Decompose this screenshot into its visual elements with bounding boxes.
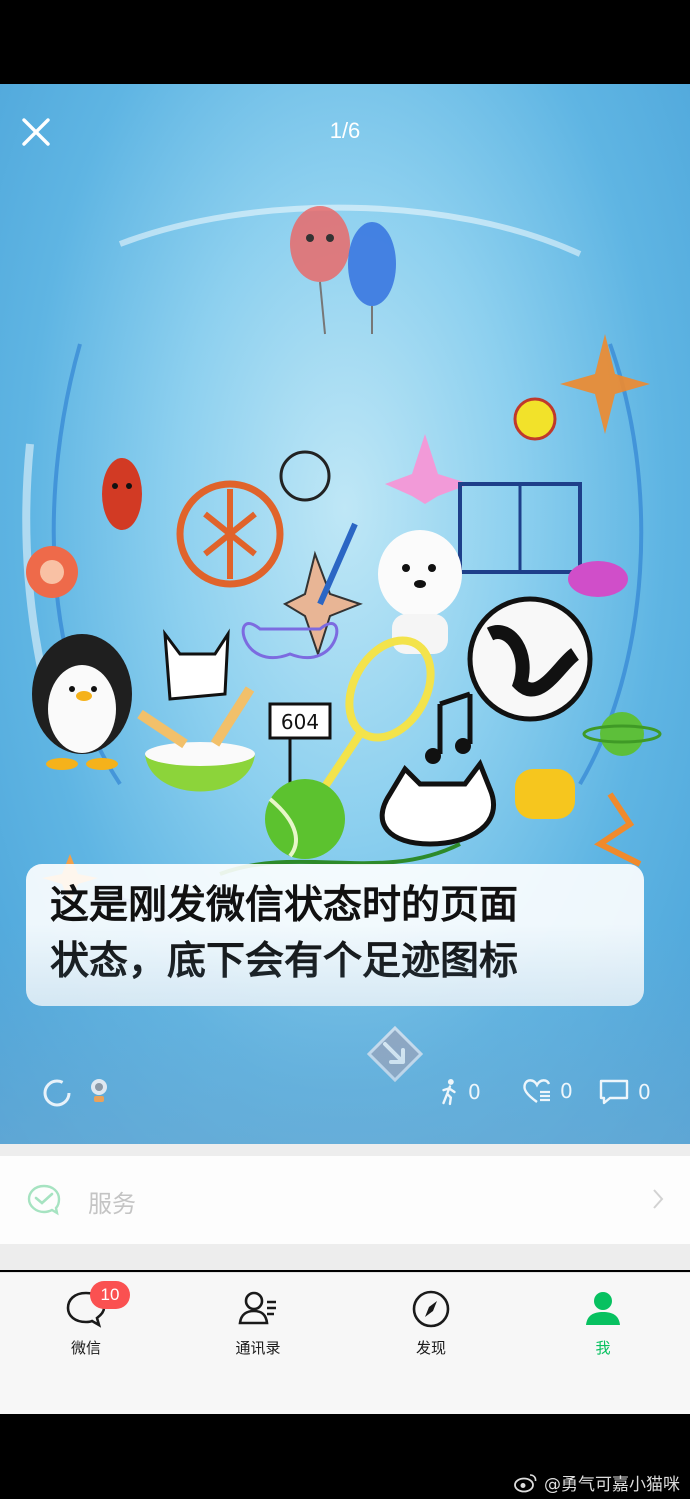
- chevron-right-icon: [653, 1189, 664, 1209]
- unread-badge: 10: [90, 1281, 130, 1309]
- tab-me-label: 我: [595, 1339, 611, 1357]
- heart-icon: [523, 1079, 551, 1103]
- caption-box: 这是刚发微信状态时的页面 状态，底下会有个足迹图标: [26, 864, 644, 1006]
- footprint-button[interactable]: 0: [438, 1078, 481, 1106]
- tab-chats-label: 微信: [70, 1339, 101, 1357]
- doodle-artwork: 604: [22, 204, 662, 904]
- tab-me[interactable]: 我: [543, 1287, 663, 1358]
- compass-icon: [412, 1290, 450, 1328]
- tab-discover-label: 发现: [415, 1339, 446, 1357]
- watermark-text: @勇气可嘉小猫咪: [544, 1475, 680, 1495]
- sign-text: 604: [281, 710, 319, 734]
- status-image-viewer[interactable]: 604 1/6 这是刚发微信状态时的页面 状态，底下会有个足迹图标 0 0 0: [0, 84, 690, 1144]
- comment-count: 0: [638, 1080, 651, 1104]
- footprint-count: 0: [468, 1080, 481, 1104]
- friend-avatar-icon[interactable]: [88, 1078, 110, 1104]
- like-count: 0: [560, 1079, 573, 1103]
- loading-spinner-icon: [43, 1079, 71, 1107]
- like-button[interactable]: 0: [522, 1078, 573, 1104]
- viewer-action-bar: 0 0 0: [0, 1074, 690, 1114]
- page-indicator: 1/6: [329, 118, 361, 143]
- watermark: @勇气可嘉小猫咪: [514, 1470, 680, 1495]
- services-row[interactable]: 服务: [0, 1156, 690, 1244]
- weibo-icon: [514, 1473, 537, 1492]
- tab-contacts-label: 通讯录: [235, 1339, 281, 1357]
- tab-discover[interactable]: 发现: [371, 1287, 491, 1358]
- contacts-icon: [238, 1291, 276, 1325]
- comment-button[interactable]: 0: [598, 1078, 651, 1106]
- bottom-tab-bar: 10 微信 通讯录 发现 我: [0, 1272, 690, 1415]
- footprint-icon: [442, 1078, 456, 1106]
- caption-line-2: 状态，底下会有个足迹图标: [50, 939, 519, 984]
- person-icon: [586, 1292, 620, 1325]
- comment-icon: [599, 1079, 629, 1105]
- services-label: 服务: [88, 1190, 136, 1218]
- tab-chats[interactable]: 10 微信: [26, 1281, 146, 1358]
- services-section: 服务: [0, 1144, 690, 1270]
- status-bar-area: [0, 0, 690, 84]
- tab-contacts[interactable]: 通讯录: [198, 1287, 318, 1358]
- wechat-pay-icon: [27, 1184, 61, 1216]
- caption-line-1: 这是刚发微信状态时的页面: [50, 883, 519, 928]
